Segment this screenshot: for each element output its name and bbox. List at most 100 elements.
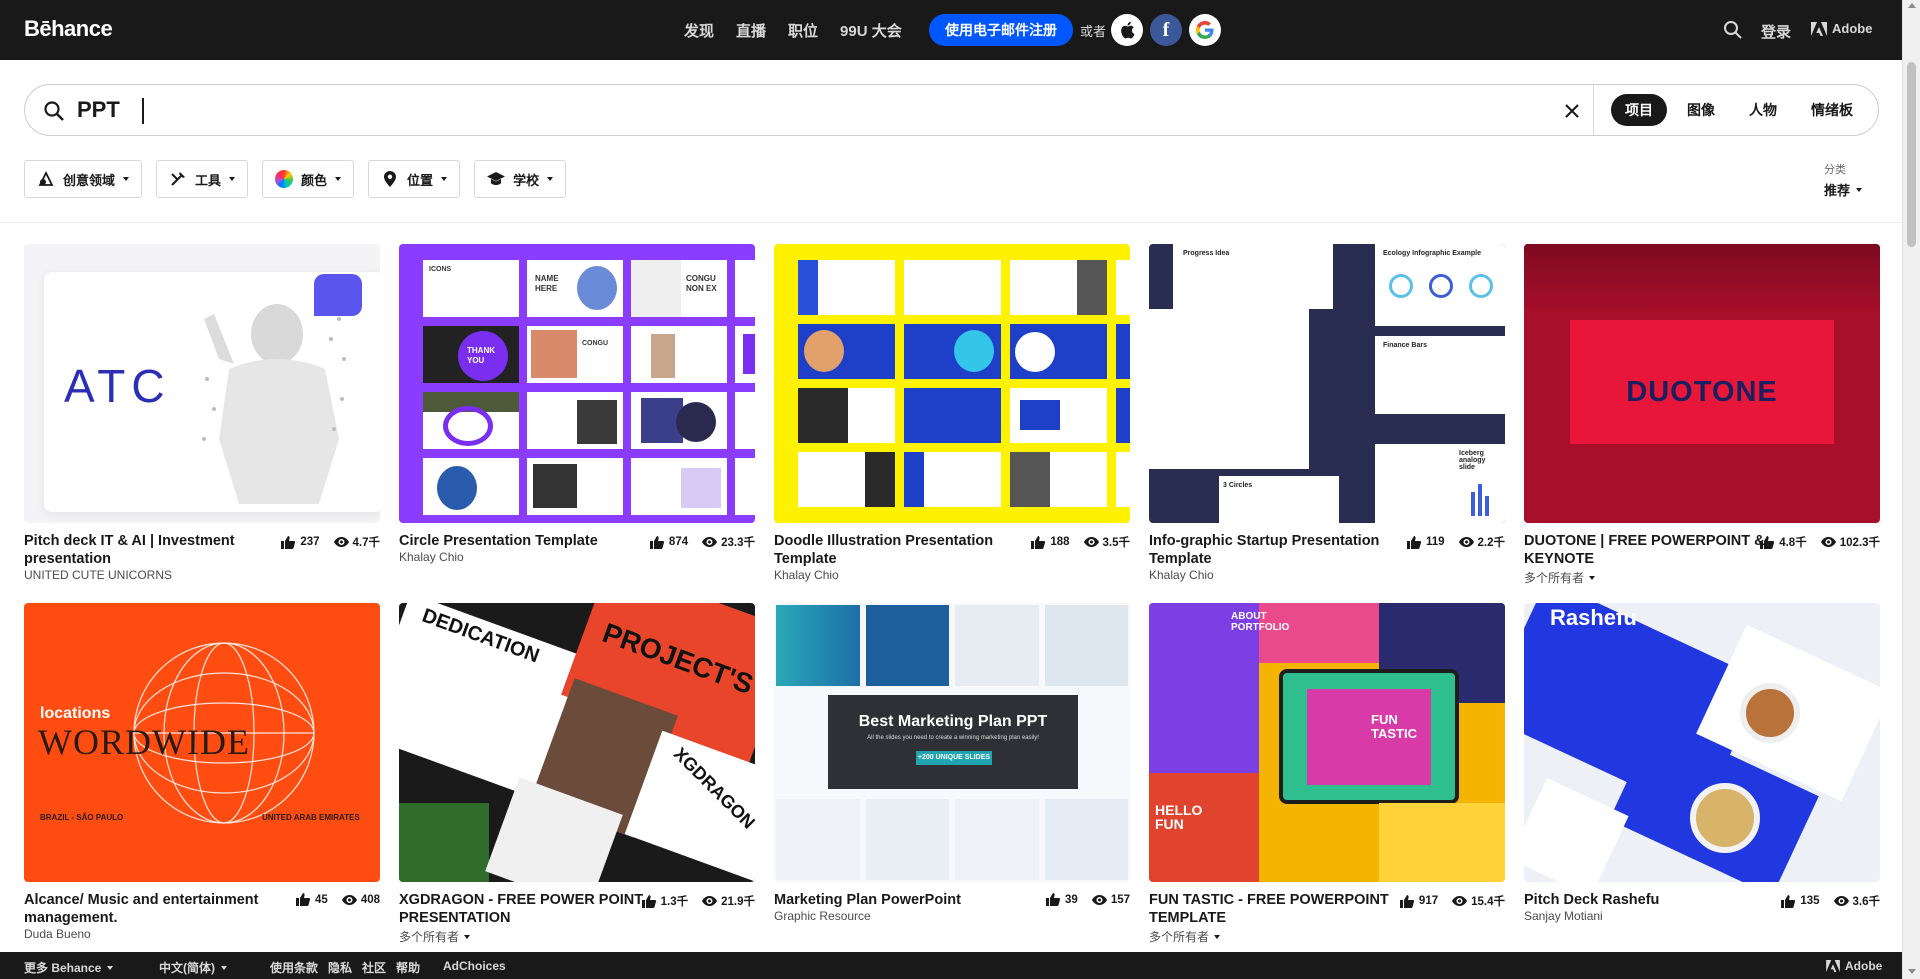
project-thumbnail[interactable] — [774, 244, 1130, 523]
footer-help-link[interactable]: 帮助 — [396, 959, 420, 976]
filter-label: 创意领域 — [63, 172, 116, 188]
behance-logo[interactable]: Bēhance — [24, 16, 113, 42]
filter-label: 工具 — [195, 172, 222, 188]
sort-value: 推荐 — [1824, 180, 1863, 199]
apple-icon[interactable] — [1111, 14, 1143, 46]
footer-community-link[interactable]: 社区 — [362, 959, 386, 976]
creative-fields-filter[interactable]: 创意领域 — [24, 160, 143, 198]
project-title[interactable]: DUOTONE | FREE POWERPOINT & KEYNOTE — [1524, 532, 1769, 568]
like-count: 39 — [1065, 893, 1078, 906]
clear-search-icon[interactable] — [1562, 101, 1582, 121]
project-thumbnail[interactable]: DEDICATION PROJECT'S XGDRAGON — [399, 603, 755, 882]
sort-label: 分类 — [1824, 164, 1846, 176]
project-card[interactable]: ICONS NAME HERE CONGU NON EX THANK YOU C… — [399, 244, 755, 564]
project-title[interactable]: Doodle Illustration Presentation Templat… — [774, 532, 1019, 568]
project-thumbnail[interactable]: Progress Idea Ecology Infographic Exampl… — [1149, 244, 1505, 523]
nav-99u[interactable]: 99U 大会 — [840, 20, 902, 41]
project-card[interactable]: DEDICATION PROJECT'S XGDRAGON XGDRAGON -… — [399, 603, 755, 944]
thumb-text: Progress Idea — [1183, 250, 1230, 257]
project-card[interactable]: DUOTONE DUOTONE | FREE POWERPOINT & KEYN… — [1524, 244, 1880, 585]
search-icon — [43, 100, 65, 122]
project-thumbnail[interactable]: DUOTONE — [1524, 244, 1880, 523]
project-stats: 1.3千 21.9千 — [641, 893, 755, 909]
multiple-owners-dropdown[interactable]: 多个所有者 — [1524, 569, 1596, 586]
school-filter[interactable]: 学校 — [474, 160, 567, 198]
project-title[interactable]: Pitch Deck Rashefu — [1524, 891, 1769, 909]
project-title[interactable]: Circle Presentation Template — [399, 532, 644, 550]
footer-privacy-link[interactable]: 隐私 — [328, 959, 352, 976]
eye-icon — [1083, 536, 1099, 549]
email-signup-button[interactable]: 使用电子邮件注册 — [929, 14, 1073, 46]
nav-jobs[interactable]: 职位 — [788, 20, 818, 41]
project-thumbnail[interactable]: Best Marketing Plan PPT All the slides y… — [774, 603, 1130, 882]
project-owner[interactable]: Sanjay Motiani — [1524, 909, 1603, 923]
project-owner[interactable]: UNITED CUTE UNICORNS — [24, 568, 172, 582]
project-card[interactable]: ATC Pitch deck IT & AI | Investment pres… — [24, 244, 380, 582]
location-filter[interactable]: 位置 — [368, 160, 461, 198]
project-title[interactable]: Info-graphic Startup Presentation Templa… — [1149, 532, 1394, 568]
like-count: 874 — [668, 536, 689, 548]
project-stats: 917 15.4千 — [1399, 893, 1505, 909]
tab-projects[interactable]: 项目 — [1611, 94, 1667, 126]
project-card[interactable]: locations WORDWIDE BRAZIL - SÃO PAULO UN… — [24, 603, 380, 941]
project-owner[interactable]: Khalay Chio — [774, 568, 839, 582]
sort-dropdown[interactable]: 分类 推荐 — [1824, 161, 1863, 199]
project-thumbnail[interactable]: ABOUT PORTFOLIO HELLO FUN FUN TASTIC — [1149, 603, 1505, 882]
project-owner[interactable]: Duda Bueno — [24, 927, 91, 941]
project-thumbnail[interactable]: Rashefu — [1524, 603, 1880, 882]
tab-images[interactable]: 图像 — [1673, 94, 1729, 126]
login-link[interactable]: 登录 — [1761, 21, 1791, 42]
page-scrollbar[interactable] — [1902, 0, 1920, 979]
project-title[interactable]: XGDRAGON - FREE POWER POINT PRESENTATION — [399, 891, 644, 927]
project-title[interactable]: Marketing Plan PowerPoint — [774, 891, 1019, 909]
project-thumbnail[interactable]: locations WORDWIDE BRAZIL - SÃO PAULO UN… — [24, 603, 380, 882]
thumbs-up-icon — [281, 535, 296, 549]
more-behance-dropdown[interactable]: 更多 Behance — [24, 959, 114, 976]
eye-icon — [1452, 895, 1468, 908]
project-card[interactable]: ABOUT PORTFOLIO HELLO FUN FUN TASTIC FUN… — [1149, 603, 1505, 944]
tab-people[interactable]: 人物 — [1735, 94, 1791, 126]
footer-adchoices-link[interactable]: AdChoices — [443, 959, 506, 973]
project-stats: 135 3.6千 — [1781, 893, 1880, 909]
project-card[interactable]: Best Marketing Plan PPT All the slides y… — [774, 603, 1130, 923]
multiple-owners-dropdown[interactable]: 多个所有者 — [399, 928, 471, 945]
eye-icon — [1833, 895, 1849, 908]
project-card[interactable]: Doodle Illustration Presentation Templat… — [774, 244, 1130, 582]
thumbs-up-icon — [649, 535, 665, 549]
project-stats: 39 157 — [1046, 893, 1130, 906]
thumbs-up-icon — [1781, 894, 1796, 908]
project-owner[interactable]: Graphic Resource — [774, 909, 871, 923]
scroll-thumb[interactable] — [1907, 62, 1916, 247]
language-dropdown[interactable]: 中文(简体) — [159, 959, 227, 976]
project-card[interactable]: Progress Idea Ecology Infographic Exampl… — [1149, 244, 1505, 582]
tools-filter[interactable]: 工具 — [156, 160, 249, 198]
scroll-down-arrow-icon[interactable] — [1908, 969, 1916, 974]
adobe-link[interactable]: Adobe — [1811, 21, 1872, 36]
search-icon[interactable] — [1723, 20, 1743, 40]
owner-name: Sanjay Motiani — [1524, 909, 1603, 923]
text-caret — [142, 98, 144, 124]
google-icon[interactable] — [1189, 14, 1221, 46]
project-thumbnail[interactable]: ICONS NAME HERE CONGU NON EX THANK YOU C… — [399, 244, 755, 523]
footer-adobe-link[interactable]: Adobe — [1826, 959, 1882, 973]
footer-terms-link[interactable]: 使用条款 — [270, 959, 318, 976]
multiple-owners-dropdown[interactable]: 多个所有者 — [1149, 928, 1221, 945]
search-bar: 项目 图像 人物 情绪板 — [24, 84, 1879, 136]
project-owner[interactable]: Khalay Chio — [1149, 568, 1214, 582]
owner-name: Khalay Chio — [774, 568, 839, 582]
nav-livestream[interactable]: 直播 — [736, 20, 766, 41]
project-thumbnail[interactable]: ATC — [24, 244, 380, 523]
project-card[interactable]: Rashefu Pitch Deck Rashefu Sanjay Motian… — [1524, 603, 1880, 923]
project-title[interactable]: Pitch deck IT & AI | Investment presenta… — [24, 532, 269, 568]
nav-discover[interactable]: 发现 — [684, 20, 714, 41]
project-title[interactable]: Alcance/ Music and entertainment managem… — [24, 891, 269, 927]
like-count: 188 — [1050, 536, 1070, 548]
tab-moodboards[interactable]: 情绪板 — [1797, 94, 1867, 126]
color-filter[interactable]: 颜色 — [262, 160, 355, 198]
owner-name: Khalay Chio — [399, 550, 464, 564]
project-owner[interactable]: Khalay Chio — [399, 550, 464, 564]
scroll-up-arrow-icon[interactable] — [1908, 3, 1916, 8]
project-title[interactable]: FUN TASTIC - FREE POWERPOINT TEMPLATE — [1149, 891, 1394, 927]
facebook-icon[interactable]: f — [1150, 14, 1182, 46]
search-input[interactable] — [77, 94, 1577, 126]
